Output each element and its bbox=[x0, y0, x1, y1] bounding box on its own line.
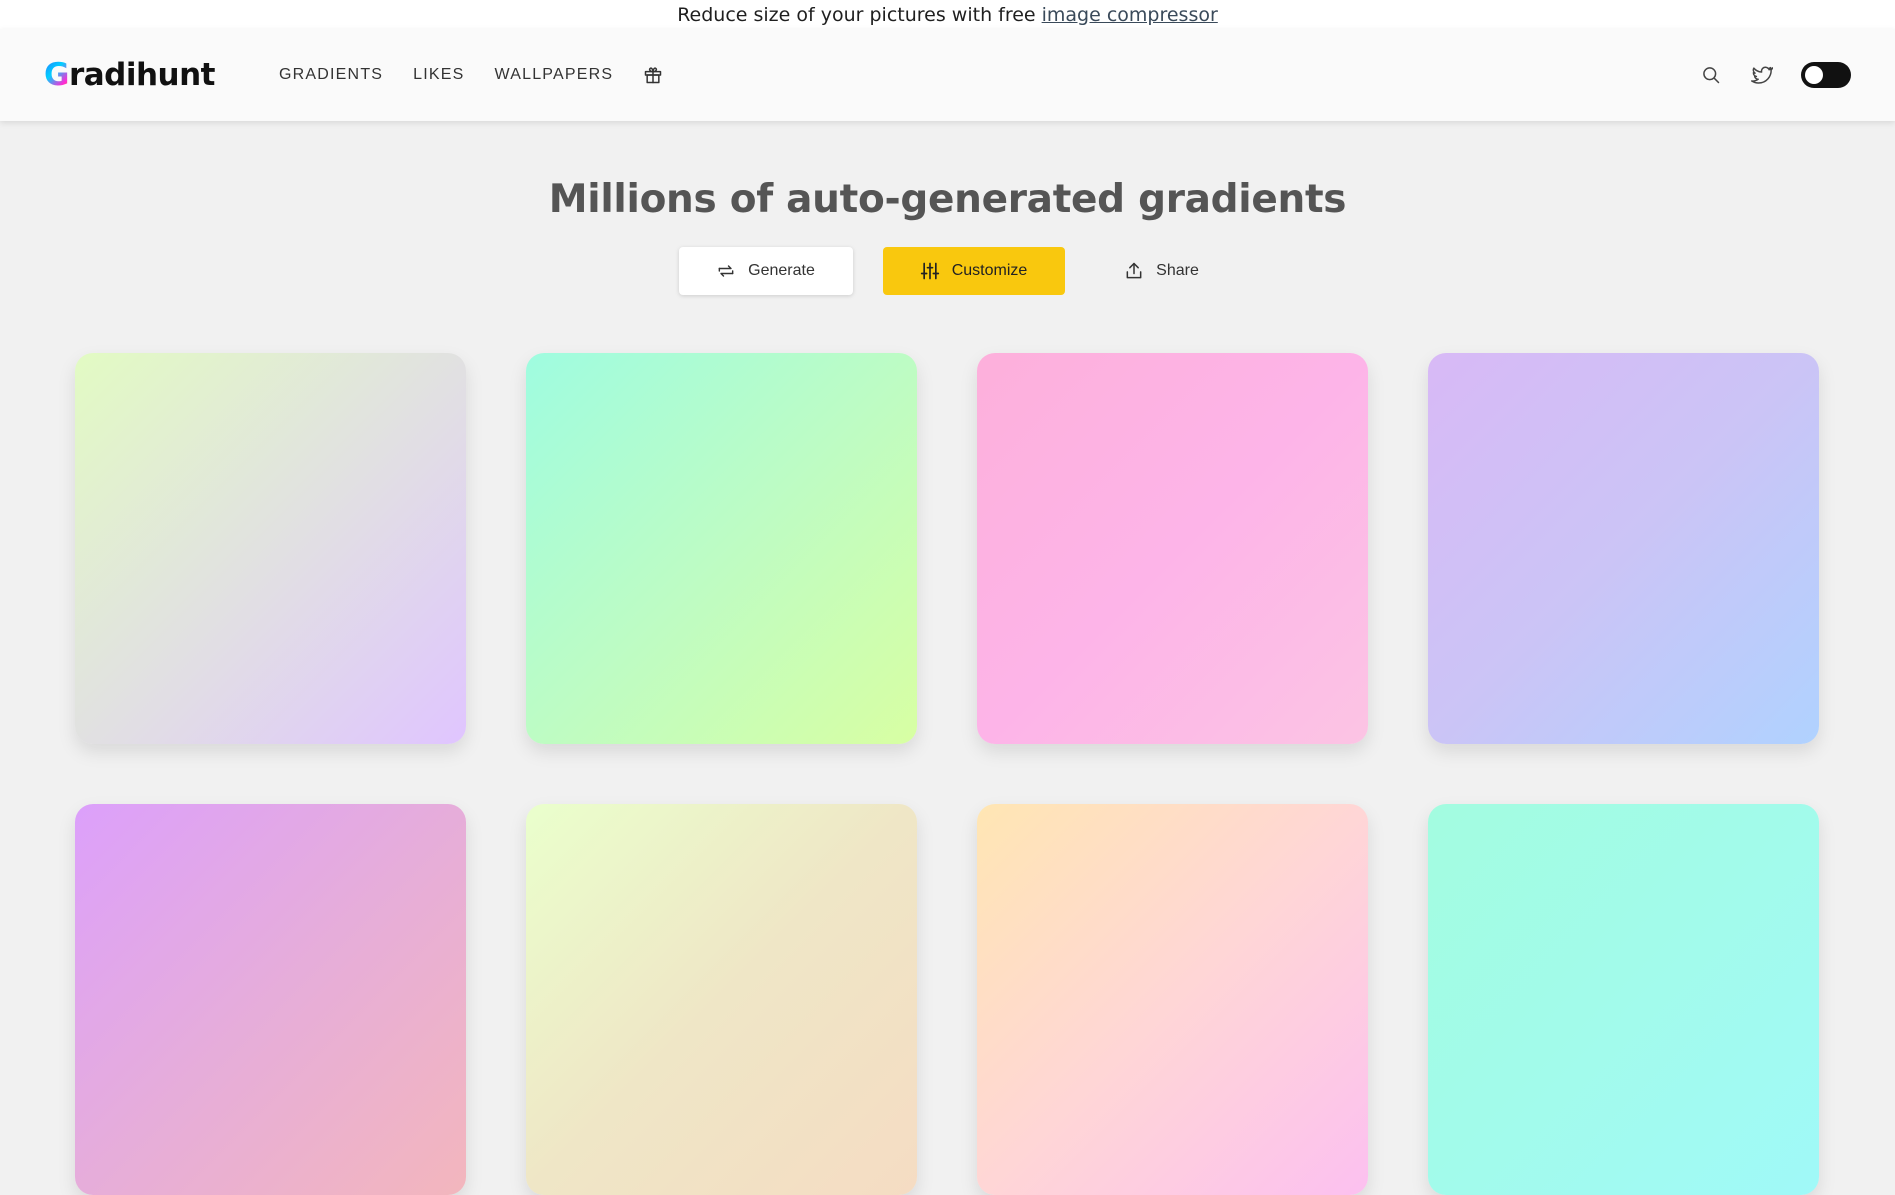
twitter-icon[interactable] bbox=[1751, 63, 1775, 87]
promo-banner: Reduce size of your pictures with free i… bbox=[0, 0, 1895, 29]
share-label: Share bbox=[1156, 262, 1199, 279]
generate-label: Generate bbox=[748, 262, 815, 279]
search-icon[interactable] bbox=[1701, 63, 1725, 87]
gradient-card[interactable] bbox=[526, 353, 917, 744]
nav-wallpapers[interactable]: WALLPAPERS bbox=[495, 66, 614, 84]
gradient-card[interactable] bbox=[977, 353, 1368, 744]
generate-button[interactable]: Generate bbox=[678, 247, 853, 295]
logo[interactable]: Gradihunt bbox=[44, 57, 216, 93]
share-icon bbox=[1126, 262, 1142, 279]
logo-text: radihunt bbox=[68, 57, 216, 93]
promo-text: Reduce size of your pictures with free bbox=[677, 3, 1036, 26]
nav-gradients[interactable]: GRADIENTS bbox=[279, 66, 383, 84]
gradient-card[interactable] bbox=[75, 353, 466, 744]
gradient-card[interactable] bbox=[977, 804, 1368, 1195]
theme-toggle[interactable] bbox=[1801, 62, 1851, 88]
toggle-knob bbox=[1805, 66, 1823, 84]
gradient-grid bbox=[75, 353, 1819, 1195]
gradient-card[interactable] bbox=[526, 804, 917, 1195]
site-header: Gradihunt GRADIENTS LIKES WALLPAPERS bbox=[0, 29, 1895, 121]
logo-g: G bbox=[44, 57, 69, 93]
nav-likes[interactable]: LIKES bbox=[413, 66, 464, 84]
share-button[interactable]: Share bbox=[1107, 247, 1217, 295]
gradient-card[interactable] bbox=[1428, 804, 1819, 1195]
sliders-icon bbox=[920, 262, 939, 280]
main-nav: GRADIENTS LIKES WALLPAPERS bbox=[279, 64, 665, 86]
header-tools bbox=[1701, 62, 1851, 88]
page-title: Millions of auto-generated gradients bbox=[548, 177, 1347, 222]
customize-label: Customize bbox=[951, 262, 1028, 279]
gradient-card[interactable] bbox=[1428, 353, 1819, 744]
action-bar: Generate Customize Share bbox=[0, 247, 1895, 295]
customize-button[interactable]: Customize bbox=[882, 247, 1065, 295]
gift-icon[interactable] bbox=[643, 64, 665, 86]
refresh-icon bbox=[718, 265, 734, 277]
image-compressor-link[interactable]: image compressor bbox=[1042, 4, 1218, 26]
gradient-card[interactable] bbox=[75, 804, 466, 1195]
